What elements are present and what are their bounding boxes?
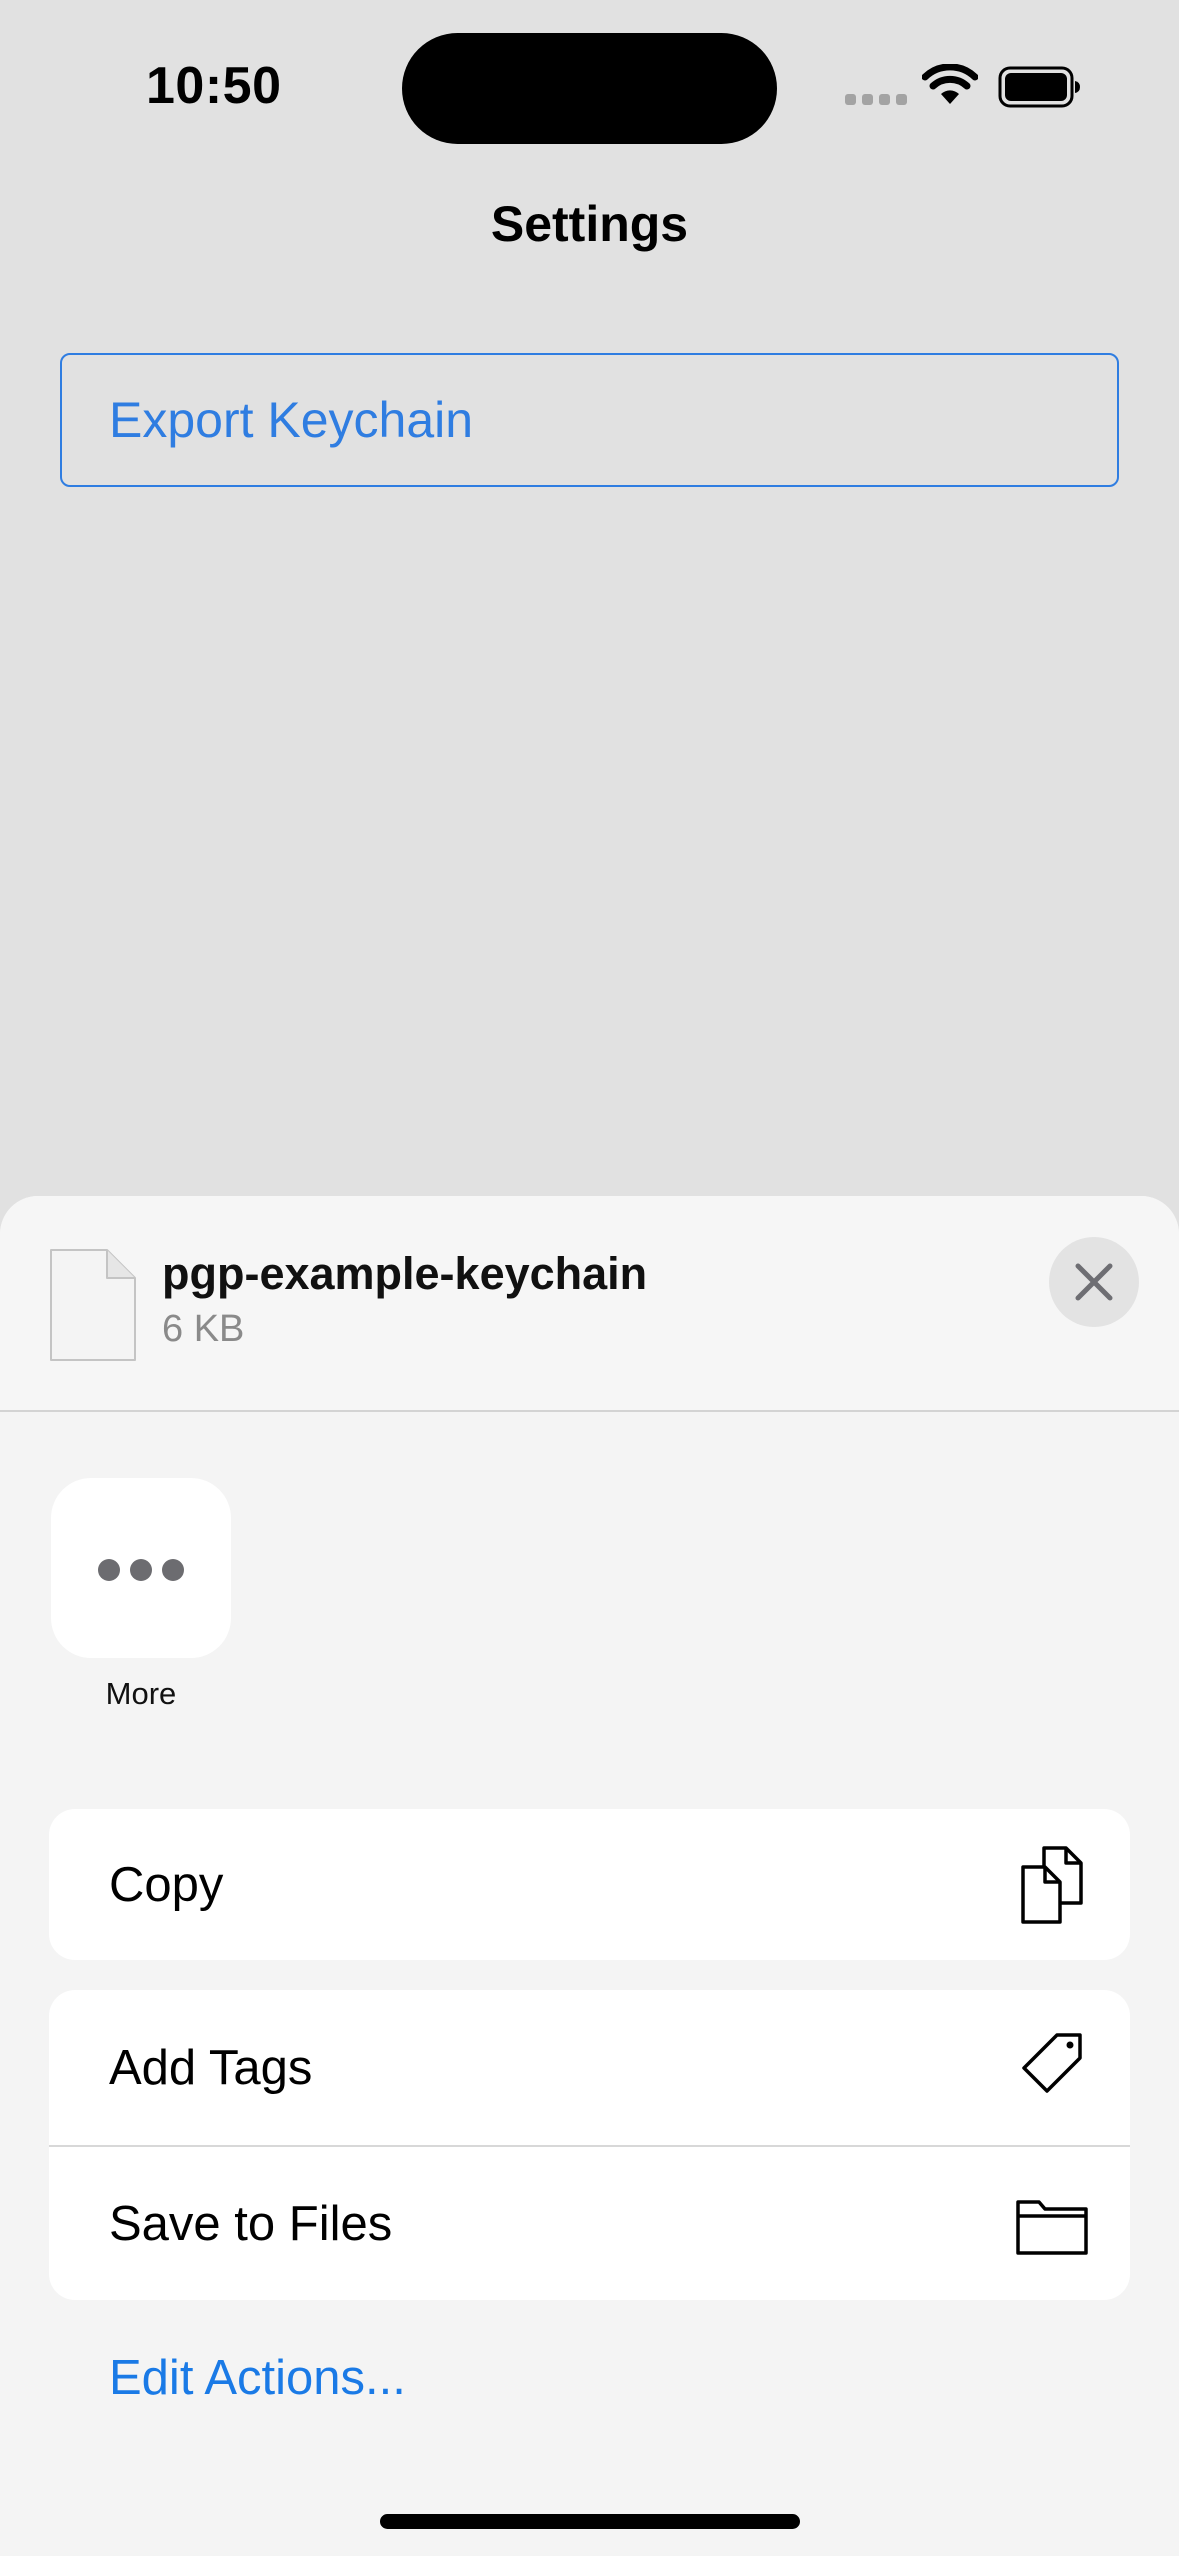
folder-icon: [1016, 2199, 1088, 2255]
more-apps-label: More: [105, 1676, 177, 1711]
edit-actions-link[interactable]: Edit Actions...: [109, 2350, 406, 2406]
wifi-icon: [922, 64, 978, 104]
share-sheet: pgp-example-keychain 6 KB More Copy Add …: [0, 1196, 1179, 2556]
save-to-files-action[interactable]: Save to Files: [49, 2145, 1130, 2300]
action-group-files: Add Tags Save to Files: [49, 1990, 1130, 2300]
close-button[interactable]: [1049, 1237, 1139, 1327]
file-name: pgp-example-keychain: [162, 1248, 648, 1299]
cellular-signal-icon: [845, 94, 907, 106]
battery-icon: [998, 66, 1080, 108]
tag-icon: [1022, 2032, 1082, 2093]
dynamic-island: [402, 33, 777, 144]
status-time: 10:50: [146, 57, 282, 115]
copy-action-label: Copy: [109, 1857, 224, 1912]
copy-action[interactable]: Copy: [49, 1809, 1130, 1960]
copy-icon: [1021, 1845, 1083, 1924]
close-icon: [1075, 1263, 1113, 1301]
status-bar: 10:50: [0, 0, 1179, 170]
ellipsis-icon: [98, 1559, 120, 1581]
document-icon: [50, 1249, 136, 1361]
ellipsis-dot: [130, 1559, 152, 1581]
add-tags-action-label: Add Tags: [109, 2040, 313, 2095]
ellipsis-dot: [162, 1559, 184, 1581]
action-group-copy: Copy: [49, 1809, 1130, 1960]
add-tags-action[interactable]: Add Tags: [49, 1990, 1130, 2145]
home-indicator[interactable]: [380, 2514, 800, 2529]
export-keychain-button[interactable]: Export Keychain: [60, 353, 1119, 487]
share-sheet-header: pgp-example-keychain 6 KB: [0, 1196, 1179, 1412]
page-title: Settings: [490, 196, 689, 252]
save-to-files-action-label: Save to Files: [109, 2196, 393, 2251]
file-size: 6 KB: [162, 1308, 245, 1350]
more-apps-button[interactable]: [51, 1478, 231, 1658]
